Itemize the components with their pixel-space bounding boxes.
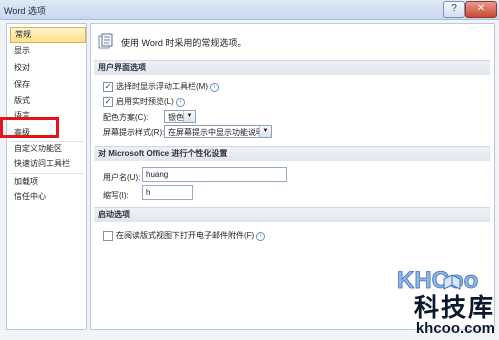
sidebar-item-display[interactable]: 显示: [10, 44, 86, 58]
open-attachments-label: 在阅读版式视图下打开电子邮件附件(F): [116, 231, 255, 240]
title-bar: Word 选项 ? ✕: [0, 0, 499, 20]
sidebar-item-general[interactable]: 常规: [10, 27, 86, 43]
live-preview-checkbox[interactable]: ✓: [103, 97, 113, 107]
sidebar-item-quick-access-toolbar[interactable]: 快速访问工具栏: [10, 157, 86, 171]
page-description: 使用 Word 时采用的常规选项。: [121, 38, 247, 48]
dialog-title: Word 选项: [4, 6, 46, 16]
mini-toolbar-checkbox[interactable]: ✓: [103, 82, 113, 92]
username-field[interactable]: huang: [142, 167, 287, 182]
sidebar-divider: [10, 173, 84, 174]
open-attachments-option: 在阅读版式视图下打开电子邮件附件(F) i: [116, 230, 266, 241]
chevron-down-icon: ▼: [183, 111, 195, 122]
screentip-style-value: 在屏幕提示中显示功能说明: [168, 128, 264, 137]
live-preview-option: 启用实时预览(L) i: [116, 96, 185, 107]
sidebar-item-language[interactable]: 语言: [10, 109, 86, 123]
initials-field[interactable]: h: [142, 185, 193, 200]
section-startup-options: 启动选项: [94, 207, 490, 222]
live-preview-label: 启用实时预览(L): [116, 97, 174, 106]
chevron-down-icon: ▼: [259, 126, 271, 137]
info-icon: i: [210, 83, 219, 92]
username-label: 用户名(U):: [103, 173, 141, 182]
info-icon: i: [256, 232, 266, 241]
sidebar-item-add-ins[interactable]: 加载项: [10, 175, 86, 189]
sidebar-item-advanced[interactable]: 高级: [10, 126, 86, 140]
color-scheme-value: 银色: [168, 113, 184, 122]
sidebar-item-proofing[interactable]: 校对: [10, 61, 86, 75]
options-sidebar: 常规 显示 校对 保存 版式 语言 高级 自定义功能区 快速访问工具栏 加载项 …: [6, 23, 87, 330]
general-options-icon: [98, 33, 113, 49]
sidebar-item-layout[interactable]: 版式: [10, 94, 86, 108]
color-scheme-label: 配色方案(C):: [103, 113, 149, 122]
sidebar-item-save[interactable]: 保存: [10, 78, 86, 92]
section-personalize: 对 Microsoft Office 进行个性化设置: [94, 146, 490, 161]
mini-toolbar-label: 选择时显示浮动工具栏(M): [116, 82, 208, 91]
screentip-style-select[interactable]: 在屏幕提示中显示功能说明 ▼: [164, 125, 272, 138]
open-attachments-checkbox[interactable]: [103, 231, 113, 241]
close-button[interactable]: ✕: [465, 1, 497, 18]
word-options-dialog: Word 选项 ? ✕ 常规 显示 校对 保存 版式 语言 高级 自定义功能区 …: [0, 0, 499, 340]
section-ui-options: 用户界面选项: [94, 60, 490, 75]
site-name: 科技库: [413, 294, 495, 322]
initials-label: 缩写(I):: [103, 191, 129, 200]
screentip-style-label: 屏幕提示样式(R):: [103, 128, 165, 137]
color-scheme-select[interactable]: 银色 ▼: [164, 110, 196, 123]
site-url: khcoo.com: [415, 320, 495, 337]
khcoo-watermark: KHCoo 科技库 khcoo.com: [391, 262, 499, 340]
sidebar-item-customize-ribbon[interactable]: 自定义功能区: [10, 142, 86, 156]
mini-toolbar-option: 选择时显示浮动工具栏(M) i: [116, 81, 219, 92]
info-icon: i: [175, 98, 185, 107]
sidebar-item-trust-center[interactable]: 信任中心: [10, 190, 86, 204]
help-button[interactable]: ?: [443, 1, 465, 18]
